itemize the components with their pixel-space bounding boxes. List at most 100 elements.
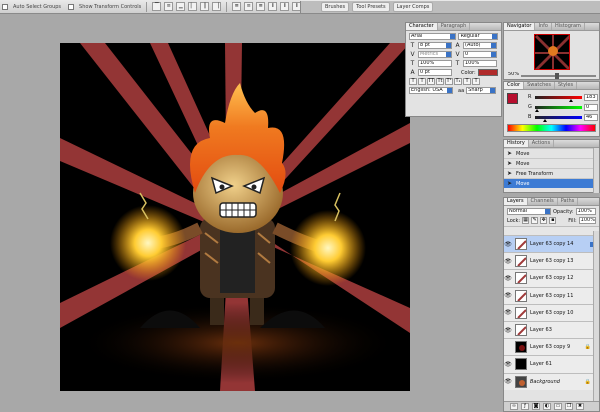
layer-row[interactable]: 👁 Layer 63 [504, 320, 595, 339]
strikethrough-button[interactable]: T [472, 78, 480, 85]
visibility-eye-icon[interactable]: 👁 [504, 327, 512, 334]
horizontal-scale-field[interactable]: 100% [463, 60, 497, 67]
lock-all-icon[interactable]: ▪ [549, 217, 557, 224]
channel-value-field[interactable]: 0 [584, 103, 598, 111]
zoom-field[interactable]: 50% [507, 72, 519, 79]
align-top-icon[interactable]: ▔ [152, 2, 162, 11]
align-right-icon[interactable]: ▕ [212, 2, 222, 11]
layer-row[interactable]: 👁 Layer 63 copy 10 [504, 303, 595, 321]
layers-scrollbar[interactable] [593, 231, 599, 401]
font-family-select[interactable]: Arial [409, 33, 457, 40]
small-caps-button[interactable]: Tt [436, 78, 444, 85]
visibility-eye-icon[interactable]: 👁 [504, 361, 512, 368]
layer-row[interactable]: 👁 Layer 63 copy 14 [504, 235, 595, 253]
all-caps-button[interactable]: TT [427, 78, 435, 85]
visibility-eye-icon[interactable]: 👁 [504, 292, 512, 299]
tab-swatches[interactable]: Swatches [524, 82, 555, 89]
language-select[interactable]: English: USA [409, 87, 453, 94]
zoom-slider[interactable] [521, 72, 596, 79]
align-vcenter-icon[interactable]: ≡ [164, 2, 174, 11]
layer-row[interactable]: 👁 Layer 63 copy 13 [504, 252, 595, 270]
distribute-hcenter-icon[interactable]: ⫴ [280, 2, 290, 11]
navigator-thumbnail[interactable] [533, 34, 570, 70]
visibility-eye-icon[interactable]: 👁 [504, 309, 512, 316]
antialias-select[interactable]: Sharp [466, 87, 497, 94]
channel-value-field[interactable]: 183 [584, 93, 598, 101]
vertical-scale-field[interactable]: 100% [418, 60, 452, 67]
blend-mode-select[interactable]: Normal [507, 208, 551, 215]
adjustment-layer-icon[interactable]: ◐ [543, 403, 551, 410]
foreground-color-swatch[interactable] [507, 93, 518, 104]
document-canvas[interactable] [60, 43, 410, 391]
distribute-vcenter-icon[interactable]: ≡ [244, 2, 254, 11]
well-tab-brushes[interactable]: Brushes [321, 2, 350, 12]
layer-row[interactable]: 👁 Background 🔒 [504, 372, 595, 390]
channel-slider[interactable] [535, 95, 582, 102]
font-size-field[interactable]: 8 pt [418, 42, 452, 49]
lock-position-icon[interactable]: ✥ [540, 217, 548, 224]
superscript-button[interactable]: T¹ [445, 78, 453, 85]
font-style-select[interactable]: Regular [458, 33, 498, 40]
layer-row[interactable]: Layer 63 copy 9 🔒 [504, 338, 595, 356]
visibility-eye-icon[interactable]: 👁 [504, 258, 512, 265]
history-item[interactable]: ➤ Move [504, 148, 599, 158]
tab-histogram[interactable]: Histogram [552, 23, 585, 30]
history-scrollbar[interactable] [593, 148, 599, 193]
tab-layers[interactable]: Layers [504, 198, 528, 205]
distribute-bottom-icon[interactable]: ≣ [256, 2, 266, 11]
tab-character[interactable]: Character [406, 23, 438, 30]
tab-styles[interactable]: Styles [555, 82, 578, 89]
visibility-eye-icon[interactable]: 👁 [504, 241, 512, 248]
layer-row[interactable]: 👁 Layer 61 [504, 355, 595, 373]
auto-select-checkbox[interactable] [2, 3, 8, 10]
history-item[interactable]: ➤ Move [504, 178, 599, 188]
tab-paths[interactable]: Paths [558, 198, 579, 205]
visibility-eye-icon[interactable]: 👁 [504, 275, 512, 282]
slider-thumb-icon[interactable] [543, 118, 548, 122]
tab-channels[interactable]: Channels [528, 198, 558, 205]
subscript-button[interactable]: T₁ [454, 78, 462, 85]
lock-transparency-icon[interactable]: ▦ [522, 217, 530, 224]
fill-field[interactable]: 100% [578, 217, 596, 224]
tab-paragraph[interactable]: Paragraph [438, 23, 471, 30]
layer-row[interactable]: 👁 Layer 63 copy 12 [504, 269, 595, 287]
history-item[interactable]: ➤ Free Transform [504, 168, 599, 178]
leading-field[interactable]: (Auto) [463, 42, 497, 49]
channel-slider[interactable] [535, 105, 582, 112]
show-transform-checkbox[interactable] [68, 3, 75, 10]
slider-thumb-icon[interactable] [535, 108, 539, 112]
faux-bold-button[interactable]: T [409, 78, 417, 85]
tab-history[interactable]: History [504, 140, 529, 147]
distribute-top-icon[interactable]: ≣ [232, 2, 242, 11]
layer-style-icon[interactable]: ƒ [521, 403, 529, 410]
align-bottom-icon[interactable]: ▁ [176, 2, 186, 11]
link-layers-icon[interactable]: ∞ [510, 403, 518, 410]
faux-italic-button[interactable]: T [418, 78, 426, 85]
tab-actions[interactable]: Actions [529, 140, 555, 147]
underline-button[interactable]: T [463, 78, 471, 85]
baseline-shift-field[interactable]: 0 pt [418, 69, 452, 76]
channel-slider[interactable] [535, 115, 582, 122]
new-group-icon[interactable]: ▭ [554, 403, 562, 410]
color-spectrum-ramp[interactable] [507, 124, 596, 132]
text-color-swatch[interactable] [477, 69, 498, 76]
kerning-field[interactable]: Metrics [418, 51, 452, 58]
tab-info[interactable]: Info [535, 23, 552, 30]
new-layer-icon[interactable]: ❐ [565, 403, 573, 410]
delete-layer-icon[interactable]: ✖ [576, 403, 584, 410]
history-item[interactable]: ➤ Move [504, 158, 599, 168]
slider-thumb-icon[interactable] [568, 98, 573, 102]
tab-color[interactable]: Color [504, 82, 525, 89]
align-hcenter-icon[interactable]: ║ [200, 2, 210, 11]
distribute-left-icon[interactable]: ⫴ [268, 2, 278, 11]
visibility-eye-icon[interactable]: 👁 [504, 378, 512, 385]
layer-row[interactable]: 👁 Layer 63 copy 11 [504, 286, 595, 304]
opacity-field[interactable]: 100% [575, 208, 596, 215]
tracking-field[interactable]: 0 [463, 51, 497, 58]
layer-mask-icon[interactable]: ◙ [532, 403, 540, 410]
align-left-icon[interactable]: ▏ [188, 2, 198, 11]
well-tab-tool-presets[interactable]: Tool Presets [352, 2, 390, 12]
channel-value-field[interactable]: 46 [584, 113, 598, 121]
lock-pixels-icon[interactable]: ✎ [531, 217, 539, 224]
well-tab-layer-comps[interactable]: Layer Comps [392, 2, 434, 12]
